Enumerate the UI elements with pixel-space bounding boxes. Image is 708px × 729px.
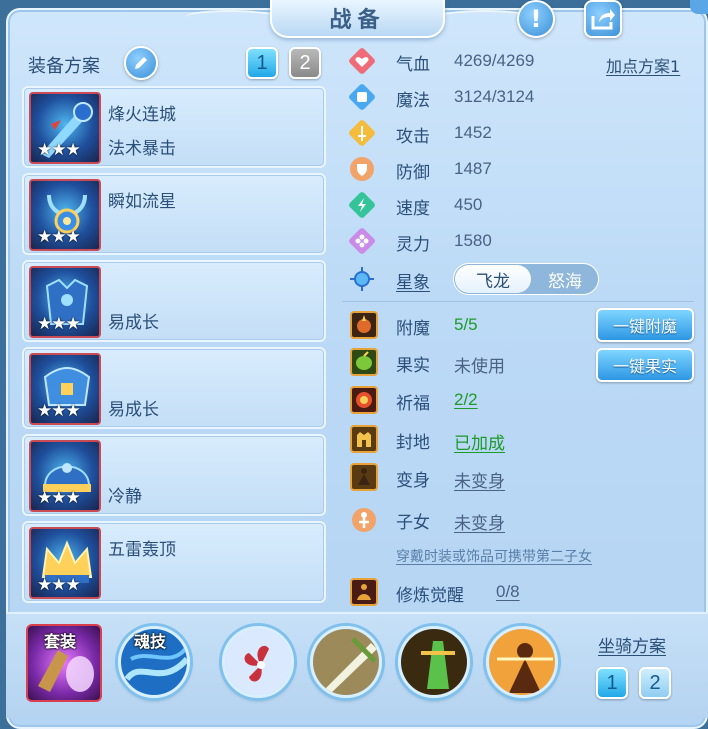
title-ornament-left bbox=[185, 10, 275, 24]
fief-value[interactable]: 已加成 bbox=[454, 429, 505, 454]
cultivation-label: 修炼觉醒 bbox=[396, 586, 464, 606]
attack-label: 攻击 bbox=[396, 127, 430, 147]
page-title: 战备 bbox=[329, 8, 386, 33]
skill-slot-3[interactable] bbox=[398, 626, 470, 698]
set-label: 套装 bbox=[44, 632, 77, 651]
speed-icon bbox=[349, 192, 375, 218]
enchant-icon bbox=[350, 311, 378, 339]
equipment-plan-label: 装备方案 bbox=[28, 56, 100, 77]
speed-value: 450 bbox=[454, 195, 483, 214]
equipment-slot-helmet[interactable]: ★★★ 冷静 bbox=[22, 434, 326, 516]
attack-icon bbox=[349, 120, 375, 146]
star-rating: ★★★ bbox=[37, 227, 81, 247]
title-plate: 战备 bbox=[270, 0, 445, 38]
fruit-icon bbox=[350, 348, 378, 376]
star-rating: ★★★ bbox=[37, 314, 81, 334]
helmet-icon: ★★★ bbox=[29, 440, 101, 512]
one-click-fruit-button[interactable]: 一键果实 bbox=[596, 348, 694, 382]
enchant-label: 附魔 bbox=[396, 319, 430, 339]
armor-icon: ★★★ bbox=[29, 266, 101, 338]
defense-label: 防御 bbox=[396, 163, 430, 183]
transform-icon bbox=[350, 463, 378, 491]
star-rating: ★★★ bbox=[37, 401, 81, 421]
crown-icon: ★★★ bbox=[29, 527, 101, 599]
soul-skill-label: 魂技 bbox=[134, 632, 167, 651]
bless-label: 祈福 bbox=[396, 394, 430, 414]
spirit-label: 灵力 bbox=[396, 235, 430, 255]
corner-ornament bbox=[690, 0, 708, 14]
constellation-icon bbox=[350, 267, 374, 291]
enchant-value: 5/5 bbox=[454, 315, 478, 334]
transform-label: 变身 bbox=[396, 471, 430, 491]
section-divider bbox=[342, 301, 694, 302]
equipment-effect: 烽火连城 bbox=[108, 105, 176, 125]
fief-label: 封地 bbox=[396, 433, 430, 453]
child-icon bbox=[352, 508, 376, 532]
child-hint[interactable]: 穿戴时装或饰品可携带第二子女 bbox=[396, 546, 592, 566]
mp-value: 3124/3124 bbox=[454, 87, 535, 106]
equipment-effect: 瞬如流星 bbox=[108, 192, 176, 212]
one-click-enchant-button[interactable]: 一键附魔 bbox=[596, 308, 694, 342]
cultivation-icon bbox=[350, 578, 378, 606]
exclamation-icon: ! bbox=[530, 5, 542, 33]
skill-slot-2[interactable] bbox=[310, 626, 382, 698]
defense-value: 1487 bbox=[454, 159, 492, 178]
transform-value[interactable]: 未变身 bbox=[454, 467, 505, 492]
skill-slot-4[interactable] bbox=[486, 626, 558, 698]
constellation-option-active[interactable]: 飞龙 bbox=[455, 265, 531, 293]
plan-tab-2[interactable]: 2 bbox=[289, 47, 321, 79]
share-button[interactable] bbox=[584, 0, 622, 38]
constellation-label[interactable]: 星象 bbox=[396, 268, 430, 293]
mount-tab-1[interactable]: 1 bbox=[596, 667, 628, 699]
star-rating: ★★★ bbox=[37, 575, 81, 595]
mount-plan-label: 坐骑方案 bbox=[598, 637, 666, 657]
equipment-slot-necklace[interactable]: ★★★ 瞬如流星 bbox=[22, 173, 326, 255]
equipment-slot-armor[interactable]: ★★★ 易成长 bbox=[22, 260, 326, 342]
plan-tab-1[interactable]: 1 bbox=[246, 47, 278, 79]
belt-icon: ★★★ bbox=[29, 353, 101, 425]
child-label: 子女 bbox=[396, 513, 430, 533]
defense-icon bbox=[350, 157, 374, 181]
fruit-value: 未使用 bbox=[454, 357, 505, 376]
fruit-label: 果实 bbox=[396, 356, 430, 376]
cultivation-value[interactable]: 0/8 bbox=[496, 582, 520, 602]
bless-value[interactable]: 2/2 bbox=[454, 390, 478, 410]
equipment-attribute: 法术暴击 bbox=[108, 139, 176, 159]
equipment-slot-belt[interactable]: ★★★ 易成长 bbox=[22, 347, 326, 429]
bless-icon bbox=[350, 386, 378, 414]
mana-icon bbox=[349, 84, 375, 110]
mp-label: 魔法 bbox=[396, 91, 430, 111]
fief-icon bbox=[350, 425, 378, 453]
equipment-list: ★★★ 烽火连城 法术暴击 ★★★ 瞬如流星 ★★★ 易成长 ★★★ 易成长 ★… bbox=[22, 86, 326, 608]
equipment-slot-boots[interactable]: ★★★ 五雷轰顶 bbox=[22, 521, 326, 603]
share-icon bbox=[591, 9, 615, 30]
constellation-option-inactive[interactable]: 怒海 bbox=[532, 265, 598, 293]
star-rating: ★★★ bbox=[37, 488, 81, 508]
attack-value: 1452 bbox=[454, 123, 492, 142]
equipment-effect: 五雷轰顶 bbox=[108, 540, 176, 560]
edit-plan-button[interactable] bbox=[124, 46, 158, 80]
speed-label: 速度 bbox=[396, 199, 430, 219]
weapon-icon: ★★★ bbox=[29, 92, 101, 164]
child-value[interactable]: 未变身 bbox=[454, 509, 505, 534]
mount-tab-2[interactable]: 2 bbox=[639, 667, 671, 699]
hp-value: 4269/4269 bbox=[454, 51, 535, 70]
constellation-toggle[interactable]: 飞龙 怒海 bbox=[453, 263, 599, 295]
skill-slot-1[interactable] bbox=[222, 626, 294, 698]
equipment-slot-weapon[interactable]: ★★★ 烽火连城 法术暴击 bbox=[22, 86, 326, 168]
necklace-icon: ★★★ bbox=[29, 179, 101, 251]
equipment-attribute: 易成长 bbox=[108, 400, 159, 420]
info-button[interactable]: ! bbox=[517, 0, 555, 38]
point-plan-link[interactable]: 加点方案1 bbox=[606, 53, 680, 77]
heart-icon bbox=[349, 48, 375, 74]
equipment-attribute: 易成长 bbox=[108, 313, 159, 333]
spirit-icon bbox=[349, 228, 375, 254]
spirit-value: 1580 bbox=[454, 231, 492, 250]
equipment-attribute: 冷静 bbox=[108, 487, 142, 507]
hp-label: 气血 bbox=[396, 55, 430, 75]
star-rating: ★★★ bbox=[37, 140, 81, 160]
pencil-icon bbox=[135, 57, 147, 69]
